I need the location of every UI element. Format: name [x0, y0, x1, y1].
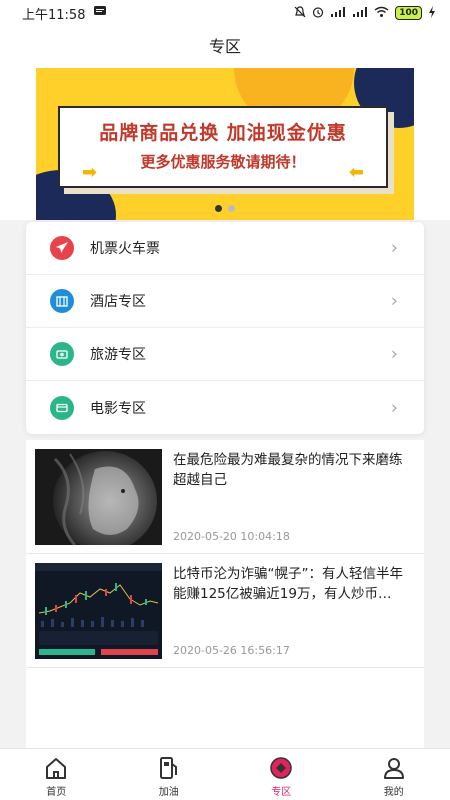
banner-subtitle: 更多优惠服务敬请期待！ — [140, 153, 306, 171]
hotel-icon — [50, 289, 74, 313]
signal-icon-2 — [352, 6, 368, 21]
menu-item-movie[interactable]: 电影专区 › — [26, 381, 424, 434]
charging-icon — [428, 5, 436, 21]
zone-icon — [270, 757, 292, 779]
mute-icon — [294, 5, 306, 21]
tab-label: 加油 — [158, 787, 179, 798]
page-title: 专区 — [0, 26, 450, 68]
home-icon — [46, 758, 67, 779]
travel-icon — [50, 342, 74, 366]
menu-item-label: 机票火车票 — [90, 241, 160, 257]
carousel-dot[interactable] — [228, 205, 235, 212]
status-bar: 上午11:58 100 — [0, 0, 450, 26]
list-item[interactable]: 在最危险最为难最复杂的情况下来磨练超越自己 2020-05-20 10:04:1… — [26, 440, 424, 554]
menu-item-label: 酒店专区 — [90, 294, 146, 310]
tab-label: 专区 — [271, 787, 292, 798]
lion-thumbnail — [35, 449, 162, 545]
news-title: 在最危险最为难最复杂的情况下来磨练超越自己 — [173, 452, 403, 488]
banner-title: 品牌商品兑换 加油现金优惠 — [99, 122, 347, 144]
news-list: 在最危险最为难最复杂的情况下来磨练超越自己 2020-05-20 10:04:1… — [26, 440, 424, 748]
news-date: 2020-05-20 10:04:18 — [173, 530, 290, 543]
fuel-pump-icon — [159, 757, 177, 779]
arrow-right-icon: ➡ — [82, 162, 98, 183]
plane-icon — [50, 236, 74, 260]
banner-slide[interactable]: 品牌商品兑换 加油现金优惠 更多优惠服务敬请期待！ ➡ ⬅ — [36, 68, 414, 220]
menu-item-label: 旅游专区 — [90, 347, 146, 363]
news-title: 比特币沦为诈骗“幌子”：有人轻信半年能赚125亿被骗近19万，有人炒币… — [173, 566, 403, 602]
tab-home[interactable]: 首页 — [0, 749, 113, 800]
battery-indicator: 100 — [395, 6, 422, 20]
movie-icon — [50, 395, 74, 420]
menu-item-flights-trains[interactable]: 机票火车票 › — [26, 222, 424, 275]
bottom-tab-bar: 首页 加油 专区 我的 — [0, 748, 450, 800]
banner-card: 品牌商品兑换 加油现金优惠 更多优惠服务敬请期待！ ➡ ⬅ — [58, 106, 388, 188]
menu-item-label: 电影专区 — [90, 400, 146, 417]
message-icon — [93, 5, 107, 21]
banner-carousel[interactable]: 品牌商品兑换 加油现金优惠 更多优惠服务敬请期待！ ➡ ⬅ — [0, 68, 450, 220]
user-icon — [383, 758, 404, 779]
menu-item-hotel[interactable]: 酒店专区 › — [26, 275, 424, 328]
signal-icon — [330, 6, 346, 21]
menu-item-travel[interactable]: 旅游专区 › — [26, 328, 424, 381]
chevron-right-icon: › — [390, 343, 398, 365]
chevron-right-icon: › — [390, 290, 398, 312]
carousel-dot-active[interactable] — [215, 205, 222, 212]
wifi-icon — [374, 6, 389, 21]
alarm-icon — [312, 6, 324, 21]
chart-thumbnail — [35, 563, 162, 659]
chevron-right-icon: › — [390, 397, 398, 418]
status-time: 上午11:58 — [22, 7, 86, 23]
tab-zone[interactable]: 专区 — [225, 749, 338, 800]
list-item[interactable]: 比特币沦为诈骗“幌子”：有人轻信半年能赚125亿被骗近19万，有人炒币… 202… — [26, 554, 424, 668]
tab-label: 我的 — [383, 787, 404, 798]
zone-menu: 机票火车票 › 酒店专区 › 旅游专区 › 电影专区 › — [26, 222, 424, 434]
tab-refuel[interactable]: 加油 — [113, 749, 226, 800]
carousel-indicator — [0, 205, 450, 212]
tab-label: 首页 — [46, 787, 67, 798]
arrow-left-icon: ⬅ — [348, 162, 364, 183]
tab-mine[interactable]: 我的 — [338, 749, 450, 800]
chevron-right-icon: › — [390, 237, 398, 259]
news-date: 2020-05-26 16:56:17 — [173, 644, 290, 657]
